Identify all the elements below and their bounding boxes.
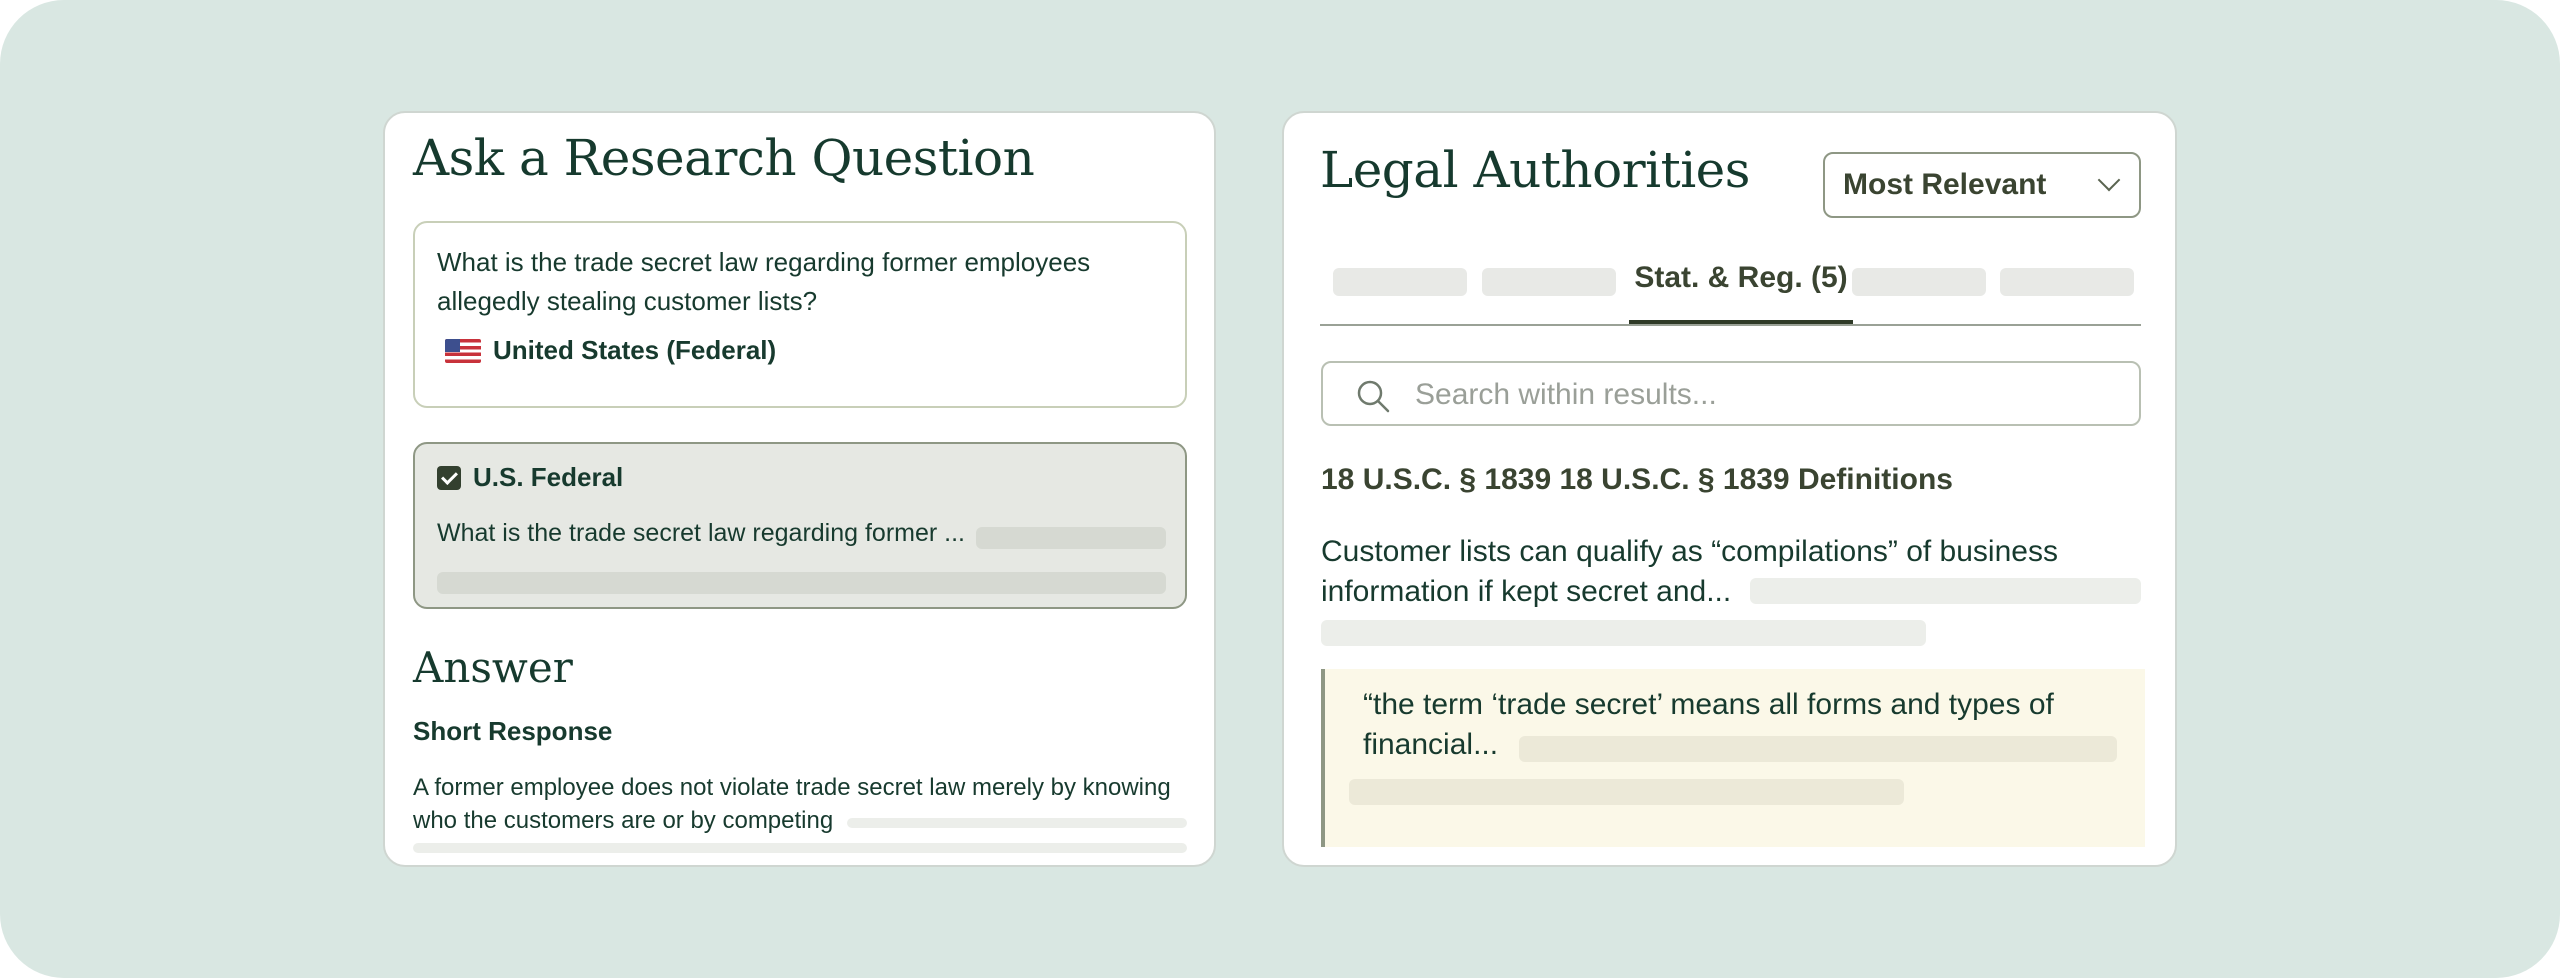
question-text: What is the trade secret law regarding f… [437,247,1091,316]
search-field[interactable] [1321,361,2141,426]
loading-placeholder [1750,578,2141,604]
loading-placeholder [437,572,1166,594]
sort-value: Most Relevant [1843,168,2047,201]
loading-placeholder [413,843,1187,853]
tab-placeholder[interactable] [1482,268,1616,296]
authorities-title: Legal Authorities [1320,141,1750,199]
tabs-divider [1320,324,2141,326]
chevron-down-icon [2097,168,2121,192]
research-question-card: Ask a Research Question What is the trad… [383,111,1216,867]
result-title: U.S. Federal [473,462,624,492]
search-icon [1357,380,1390,413]
us-flag-icon [445,338,481,363]
result-snippet: What is the trade secret law regarding f… [437,519,965,547]
legal-authorities-card: Legal Authorities Most Relevant Stat. & … [1282,111,2177,867]
search-input[interactable] [1413,363,2117,426]
question-input[interactable]: What is the trade secret law regarding f… [413,221,1187,408]
page-title: Ask a Research Question [413,129,1035,187]
answer-heading: Answer [413,643,573,692]
loading-placeholder [1349,779,1904,805]
jurisdiction-label: United States (Federal) [493,335,777,365]
tab-placeholder[interactable] [2000,268,2134,296]
loading-placeholder [976,527,1166,549]
quote-block: “the term ‘trade secret’ means all forms… [1321,669,2145,847]
tab-label: Stat. & Reg. (5) [1634,261,1848,294]
jurisdiction-selector[interactable]: United States (Federal) [445,335,776,366]
tab-placeholder[interactable] [1333,268,1467,296]
checkbox-checked-icon[interactable] [437,466,461,490]
short-response-heading: Short Response [413,716,613,746]
sort-dropdown[interactable]: Most Relevant [1823,152,2141,218]
tab-placeholder[interactable] [1852,268,1986,296]
loading-placeholder [1519,736,2117,762]
citation-title[interactable]: 18 U.S.C. § 1839 18 U.S.C. § 1839 Defini… [1321,463,1953,497]
jurisdiction-result-card[interactable]: U.S. Federal What is the trade secret la… [413,442,1187,609]
loading-placeholder [1321,620,1926,646]
loading-placeholder [847,818,1187,828]
background-canvas: Ask a Research Question What is the trad… [0,0,2560,978]
tab-statutes-regulations[interactable]: Stat. & Reg. (5) [1629,261,1853,326]
